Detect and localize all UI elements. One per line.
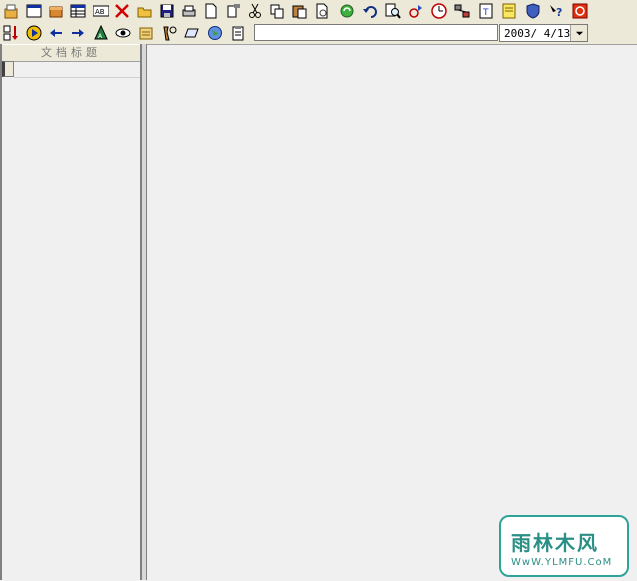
watermark-title: 雨林木风	[511, 531, 599, 555]
find-icon[interactable]	[384, 2, 402, 20]
note-icon[interactable]	[500, 2, 518, 20]
back-arrow-icon[interactable]	[47, 24, 65, 42]
exit-icon[interactable]	[571, 2, 589, 20]
secondary-toolbar: A 2003/ 4/13	[0, 22, 637, 45]
new-window-icon[interactable]	[25, 2, 43, 20]
row-selector[interactable]	[2, 61, 14, 77]
properties-icon[interactable]	[224, 2, 242, 20]
paste-icon[interactable]	[290, 2, 308, 20]
eraser-icon[interactable]	[183, 24, 201, 42]
undo-icon[interactable]	[361, 2, 379, 20]
svg-text:?: ?	[556, 6, 562, 19]
text-input[interactable]	[254, 24, 498, 41]
ab-text-icon[interactable]: AB	[92, 2, 110, 20]
date-value: 2003/ 4/13	[504, 27, 571, 40]
forward-arrow-icon[interactable]	[69, 24, 87, 42]
shield-icon[interactable]	[524, 2, 542, 20]
play-icon[interactable]	[25, 24, 43, 42]
print-icon[interactable]	[180, 2, 198, 20]
clock-icon[interactable]	[430, 2, 448, 20]
list-icon[interactable]	[137, 24, 155, 42]
globe-icon[interactable]	[206, 24, 224, 42]
document-content-pane[interactable]	[147, 44, 637, 581]
table-view-icon[interactable]	[69, 2, 87, 20]
watermark-url: WwW.YLMFU.CoM	[511, 557, 613, 568]
recycle-icon[interactable]	[338, 2, 356, 20]
text-icon[interactable]: T	[477, 2, 495, 20]
grid-row-line	[14, 77, 140, 78]
tree-icon[interactable]: A	[92, 24, 110, 42]
connect-icon[interactable]	[453, 2, 471, 20]
eye-icon[interactable]	[114, 24, 132, 42]
save-icon[interactable]	[158, 2, 176, 20]
sort-icon[interactable]	[2, 24, 20, 42]
replace-icon[interactable]	[407, 2, 425, 20]
chevron-down-icon[interactable]	[570, 25, 587, 41]
open-folder-icon[interactable]	[136, 2, 154, 20]
new-document-icon[interactable]	[202, 2, 220, 20]
package-icon[interactable]	[47, 2, 65, 20]
open-db-icon[interactable]	[2, 2, 20, 20]
help-icon[interactable]: ?	[547, 2, 565, 20]
svg-text:AB: AB	[95, 8, 105, 16]
page-setup-icon[interactable]	[313, 2, 331, 20]
copy-icon[interactable]	[268, 2, 286, 20]
column-header-document-title[interactable]: 文档标题	[2, 44, 140, 62]
document-list-pane[interactable]: 文档标题	[0, 44, 142, 580]
svg-text:T: T	[482, 8, 489, 18]
date-combobox[interactable]: 2003/ 4/13	[499, 24, 588, 42]
delete-icon[interactable]	[113, 2, 131, 20]
main-toolbar: AB T ?	[0, 0, 637, 23]
cut-icon[interactable]	[246, 2, 264, 20]
watermark-logo: 雨林木风 WwW.YLMFU.CoM	[499, 515, 629, 577]
clipboard-icon[interactable]	[229, 24, 247, 42]
tools-icon[interactable]	[160, 24, 178, 42]
